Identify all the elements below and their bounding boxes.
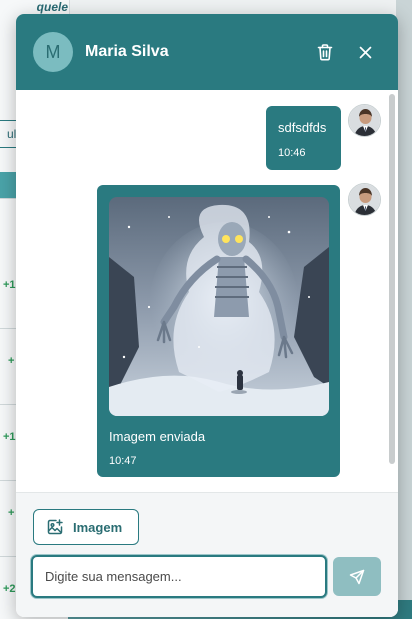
message-time: 10:47 — [109, 455, 137, 467]
contact-name: Maria Silva — [85, 43, 169, 60]
send-button[interactable] — [333, 557, 381, 596]
trash-icon — [317, 43, 333, 61]
delete-chat-button[interactable] — [313, 40, 337, 64]
background-number: +2 — [3, 583, 16, 595]
user-photo-icon — [349, 184, 380, 215]
user-photo-icon — [349, 105, 380, 136]
chat-window: M Maria Silva sdfsdfds 10:46 Imagem envi… — [16, 14, 398, 617]
background-number: + — [8, 507, 15, 519]
message-image[interactable] — [109, 197, 329, 416]
attach-image-button[interactable]: Imagem — [33, 509, 139, 545]
message-bubble: sdfsdfds 10:46 — [266, 106, 341, 170]
background-right-panel — [396, 0, 412, 619]
attach-image-label: Imagem — [73, 519, 123, 535]
image-add-icon — [47, 519, 63, 535]
message-time: 10:46 — [278, 147, 306, 159]
send-icon — [349, 569, 365, 584]
message-caption: Imagem enviada — [109, 429, 206, 444]
chat-header: M Maria Silva — [16, 14, 398, 90]
message-scrollbar[interactable] — [389, 94, 395, 464]
background-number: +1 — [3, 431, 16, 443]
message-text: sdfsdfds — [278, 120, 327, 135]
message-bubble: Imagem enviada 10:47 — [97, 185, 340, 477]
background-number: + — [8, 355, 15, 367]
user-avatar — [348, 183, 381, 216]
contact-avatar: M — [33, 32, 73, 72]
close-chat-button[interactable] — [353, 40, 377, 64]
ghost-illustration-image — [109, 197, 329, 416]
background-number: +1 — [3, 279, 16, 291]
user-avatar — [348, 104, 381, 137]
message-composer: Imagem — [16, 492, 398, 617]
close-icon — [359, 46, 371, 58]
message-input[interactable] — [31, 555, 327, 598]
message-list[interactable]: sdfsdfds 10:46 Imagem enviada 10:47 — [16, 90, 398, 492]
